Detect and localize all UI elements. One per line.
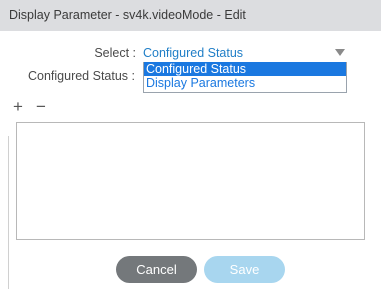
chevron-down-icon[interactable] [335, 49, 345, 56]
select-options-list: Configured Status Display Parameters [143, 62, 347, 93]
parameters-list-panel [16, 122, 365, 240]
add-icon[interactable]: + [13, 98, 23, 116]
cancel-button[interactable]: Cancel [116, 256, 197, 283]
configured-status-label: Configured Status : [27, 69, 135, 83]
divider [8, 136, 9, 289]
dialog-title: Display Parameter - sv4k.videoMode - Edi… [0, 0, 381, 31]
edit-dialog: Display Parameter - sv4k.videoMode - Edi… [0, 0, 381, 289]
select-label: Select : [94, 46, 136, 60]
remove-icon[interactable]: − [36, 98, 46, 116]
save-button[interactable]: Save [204, 256, 285, 283]
option-display-parameters[interactable]: Display Parameters [144, 76, 346, 90]
option-configured-status[interactable]: Configured Status [144, 62, 346, 76]
select-dropdown[interactable]: Configured Status [143, 44, 347, 62]
